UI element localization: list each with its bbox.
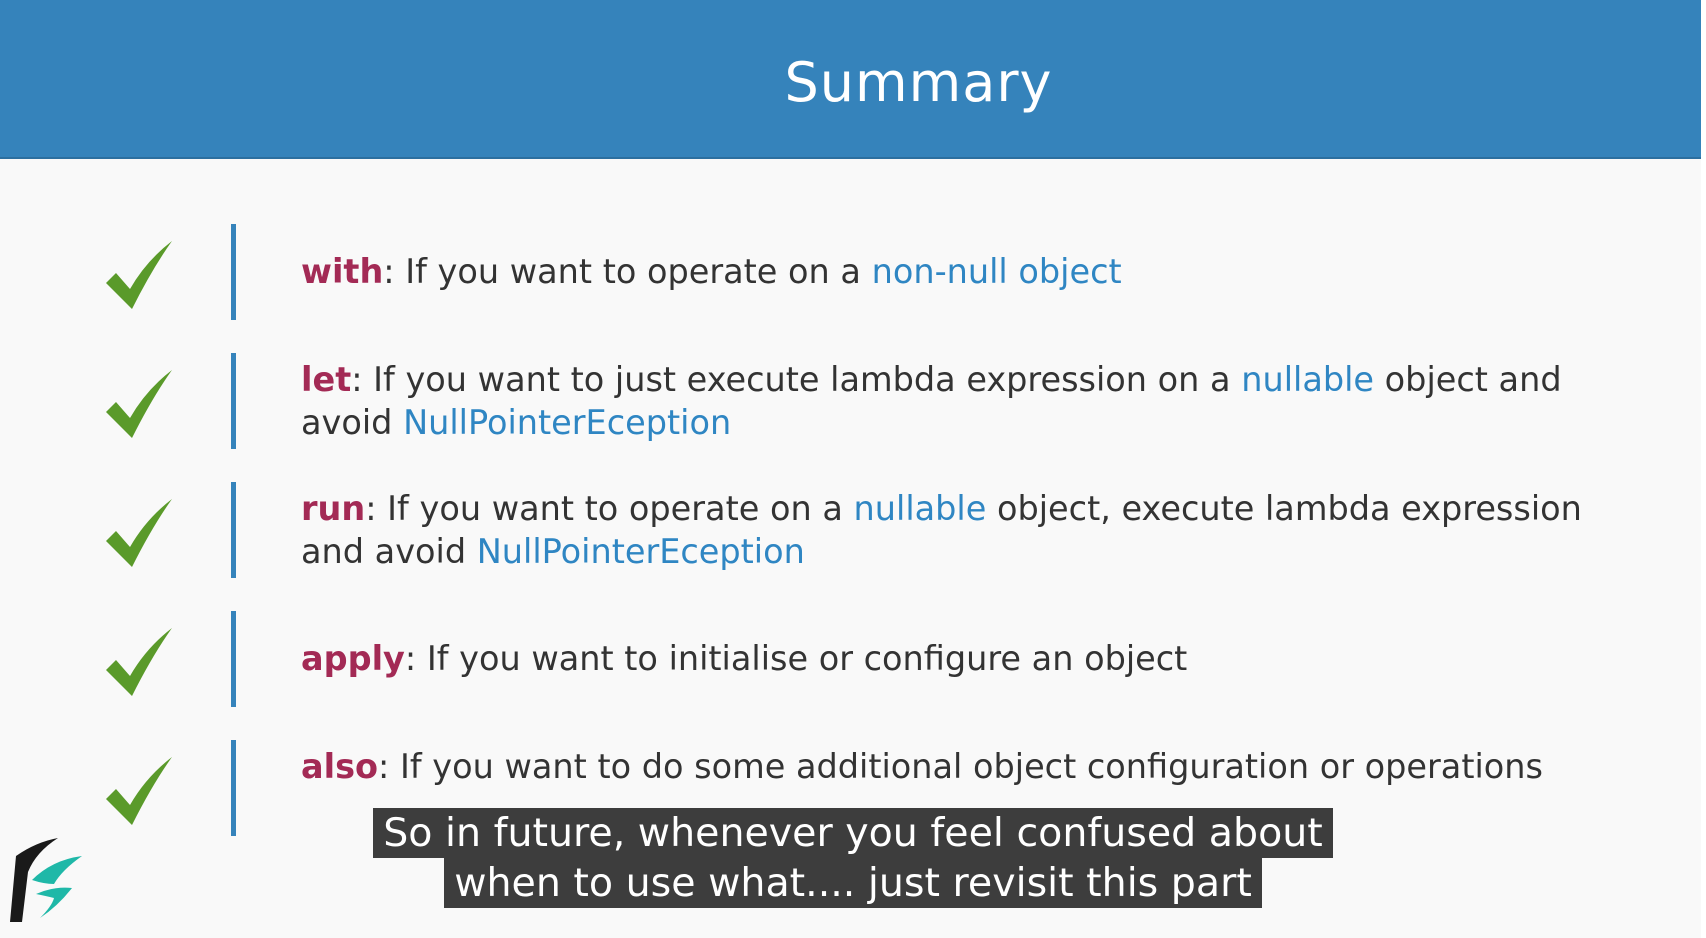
- keyword-run: run: [301, 489, 366, 528]
- divider-bar: [231, 482, 236, 578]
- divider-bar: [231, 353, 236, 449]
- keyword-also: also: [301, 747, 379, 786]
- summary-text: let: If you want to just execute lambda …: [301, 358, 1601, 444]
- checkmark-icon: [106, 370, 172, 438]
- checkmark-icon: [106, 241, 172, 309]
- summary-text: with: If you want to operate on a non-nu…: [301, 250, 1601, 293]
- description-text: : If you want to operate on a: [365, 489, 854, 528]
- description-text: : If you want to just execute lambda exp…: [351, 360, 1242, 399]
- checkmark-icon: [106, 628, 172, 696]
- summary-row-with: with: If you want to operate on a non-nu…: [0, 224, 1701, 320]
- keyword-apply: apply: [301, 639, 405, 678]
- video-captions: So in future, whenever you feel confused…: [0, 808, 1706, 908]
- divider-bar: [231, 224, 236, 320]
- summary-row-run: run: If you want to operate on a nullabl…: [0, 482, 1701, 578]
- summary-text: apply: If you want to initialise or conf…: [301, 637, 1601, 680]
- keyword-let: let: [301, 360, 352, 399]
- summary-row-apply: apply: If you want to initialise or conf…: [0, 611, 1701, 707]
- summary-text: also: If you want to do some additional …: [301, 745, 1601, 788]
- page-title: Summary: [784, 51, 1053, 114]
- highlight-non-null-object: non-null object: [871, 252, 1122, 291]
- highlight-null-pointer-exception: NullPointerEception: [476, 532, 805, 571]
- divider-bar: [231, 611, 236, 707]
- highlight-nullable: nullable: [1241, 360, 1375, 399]
- description-text: : If you want to operate on a: [383, 252, 872, 291]
- summary-text: run: If you want to operate on a nullabl…: [301, 487, 1601, 573]
- checkmark-icon: [106, 499, 172, 567]
- description-text: : If you want to initialise or configure…: [404, 639, 1188, 678]
- highlight-null-pointer-exception: NullPointerEception: [403, 403, 732, 442]
- header-banner: Summary: [0, 0, 1701, 159]
- caption-line-2: when to use what.... just revisit this p…: [444, 858, 1262, 908]
- right-edge-strip: [1701, 0, 1706, 938]
- highlight-nullable: nullable: [853, 489, 987, 528]
- keyword-with: with: [301, 252, 384, 291]
- summary-row-let: let: If you want to just execute lambda …: [0, 353, 1701, 449]
- caption-line-1: So in future, whenever you feel confused…: [373, 808, 1333, 858]
- description-text: : If you want to do some additional obje…: [378, 747, 1543, 786]
